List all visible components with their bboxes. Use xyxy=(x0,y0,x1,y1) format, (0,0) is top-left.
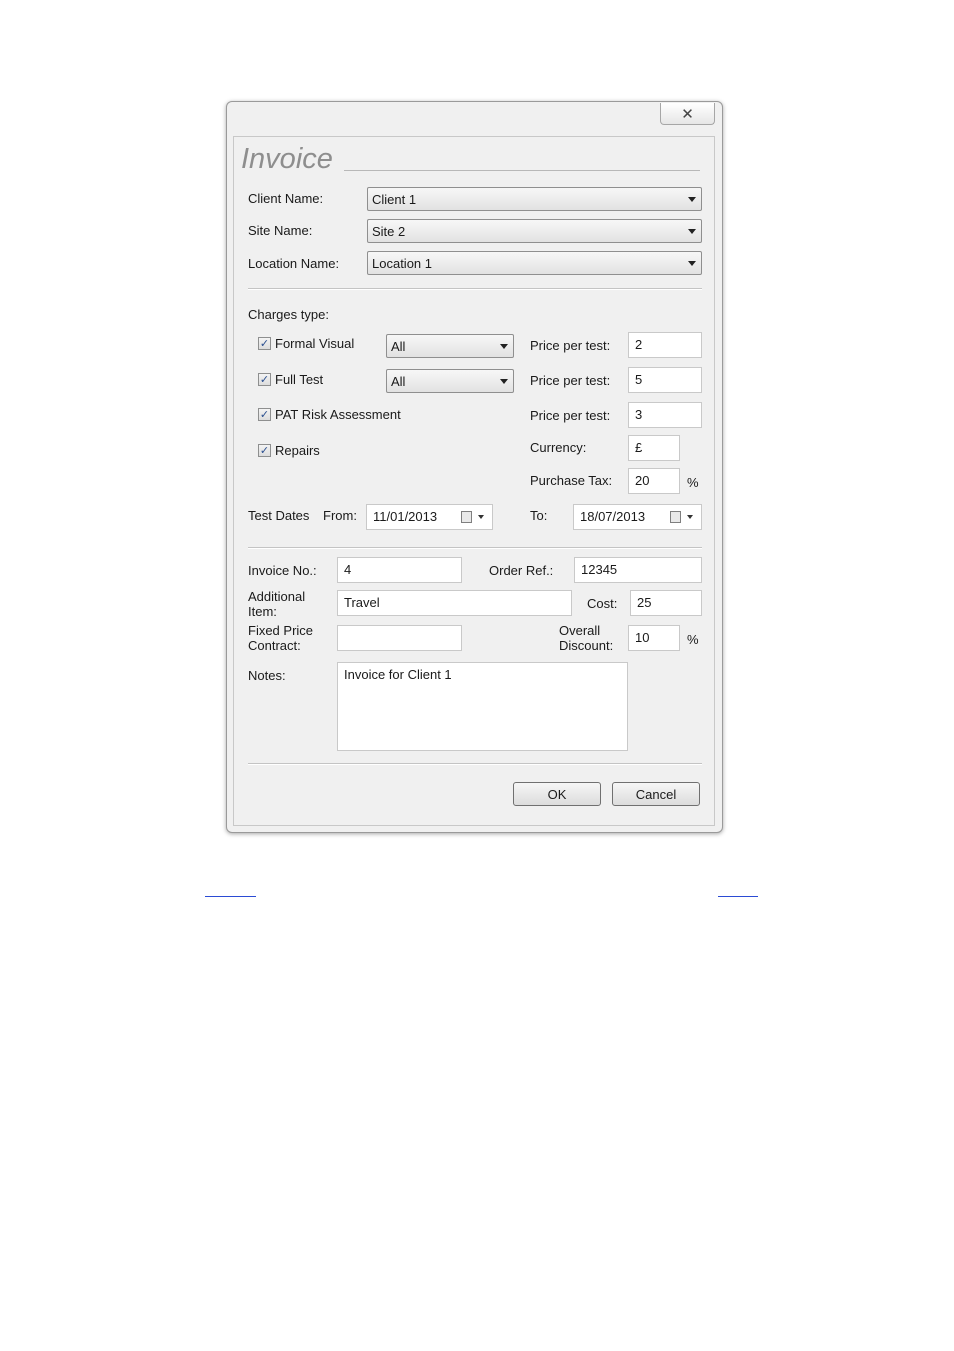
from-date-label: From: xyxy=(323,508,357,523)
order-ref-input[interactable]: 12345 xyxy=(574,557,702,583)
checkmark-icon: ✓ xyxy=(259,337,270,350)
charges-type-heading: Charges type: xyxy=(248,307,329,322)
notes-textarea[interactable]: Invoice for Client 1 xyxy=(337,662,628,751)
additional-item-label: Additional Item: xyxy=(248,589,306,619)
divider xyxy=(248,763,702,765)
client-name-dropdown[interactable]: Client 1 xyxy=(367,187,702,211)
repairs-label: Repairs xyxy=(275,443,320,458)
chevron-down-icon xyxy=(500,344,508,349)
formal-visual-mode-dropdown[interactable]: All xyxy=(386,334,514,358)
full-test-price-input[interactable]: 5 xyxy=(628,367,702,393)
chevron-down-icon xyxy=(500,379,508,384)
overall-discount-input[interactable]: 10 xyxy=(628,625,680,651)
full-test-mode-value: All xyxy=(391,374,406,389)
full-test-mode-dropdown[interactable]: All xyxy=(386,369,514,393)
overall-discount-label: Overall Discount: xyxy=(559,623,614,653)
to-date-picker[interactable]: 18/07/2013 xyxy=(573,504,702,530)
repairs-checkbox[interactable]: ✓ xyxy=(258,444,271,457)
formal-visual-mode-value: All xyxy=(391,339,406,354)
previous-link[interactable] xyxy=(205,896,256,897)
order-ref-label: Order Ref.: xyxy=(489,563,554,578)
currency-label: Currency: xyxy=(530,440,587,455)
fixed-price-contract-input[interactable] xyxy=(337,625,462,651)
divider xyxy=(248,288,702,290)
cost-input[interactable]: 25 xyxy=(630,590,702,616)
test-dates-label: Test Dates xyxy=(248,508,310,523)
close-button[interactable]: ✕ xyxy=(660,103,715,125)
pat-risk-label: PAT Risk Assessment xyxy=(275,407,401,422)
cancel-button[interactable]: Cancel xyxy=(612,782,700,806)
close-icon: ✕ xyxy=(681,104,694,123)
checkmark-icon: ✓ xyxy=(259,373,270,386)
formal-visual-label: Formal Visual xyxy=(275,336,355,351)
fixed-price-contract-label: Fixed Price Contract: xyxy=(248,623,314,653)
calendar-icon xyxy=(461,511,472,523)
title-divider xyxy=(344,170,700,171)
invoice-number-input[interactable]: 4 xyxy=(337,557,462,583)
purchase-tax-input[interactable]: 20 xyxy=(628,468,680,494)
site-name-dropdown[interactable]: Site 2 xyxy=(367,219,702,243)
notes-label: Notes: xyxy=(248,668,286,683)
to-date-label: To: xyxy=(530,508,548,523)
location-name-dropdown[interactable]: Location 1 xyxy=(367,251,702,275)
calendar-icon xyxy=(670,511,681,523)
location-name-label: Location Name: xyxy=(248,256,340,271)
cost-label: Cost: xyxy=(587,596,618,611)
site-name-label: Site Name: xyxy=(248,223,313,238)
location-name-value: Location 1 xyxy=(372,256,432,271)
chevron-down-icon xyxy=(688,229,696,234)
from-date-picker[interactable]: 11/01/2013 xyxy=(366,504,493,530)
from-date-value: 11/01/2013 xyxy=(373,509,438,524)
formal-visual-price-input[interactable]: 2 xyxy=(628,332,702,358)
chevron-down-icon xyxy=(687,515,693,519)
next-link[interactable] xyxy=(718,896,758,897)
dialog-title: Invoice xyxy=(241,143,333,175)
pat-risk-checkbox[interactable]: ✓ xyxy=(258,408,271,421)
ok-button[interactable]: OK xyxy=(513,782,601,806)
invoice-number-label: Invoice No.: xyxy=(248,563,317,578)
full-test-price-label: Price per test: xyxy=(530,373,611,388)
purchase-tax-percent: % xyxy=(687,475,699,490)
overall-discount-percent: % xyxy=(687,632,699,647)
formal-visual-price-label: Price per test: xyxy=(530,338,611,353)
client-name-label: Client Name: xyxy=(248,191,324,206)
currency-input[interactable]: £ xyxy=(628,435,680,461)
checkmark-icon: ✓ xyxy=(259,408,270,421)
purchase-tax-label: Purchase Tax: xyxy=(530,473,613,488)
chevron-down-icon xyxy=(688,261,696,266)
formal-visual-checkbox[interactable]: ✓ xyxy=(258,337,271,350)
full-test-checkbox[interactable]: ✓ xyxy=(258,373,271,386)
site-name-value: Site 2 xyxy=(372,224,406,239)
chevron-down-icon xyxy=(478,515,484,519)
client-name-value: Client 1 xyxy=(372,192,417,207)
to-date-value: 18/07/2013 xyxy=(580,509,646,524)
pat-risk-price-input[interactable]: 3 xyxy=(628,402,702,428)
chevron-down-icon xyxy=(688,197,696,202)
checkmark-icon: ✓ xyxy=(259,444,270,457)
pat-risk-price-label: Price per test: xyxy=(530,408,611,423)
additional-item-input[interactable]: Travel xyxy=(337,590,572,616)
divider xyxy=(248,547,702,549)
full-test-label: Full Test xyxy=(275,372,324,387)
